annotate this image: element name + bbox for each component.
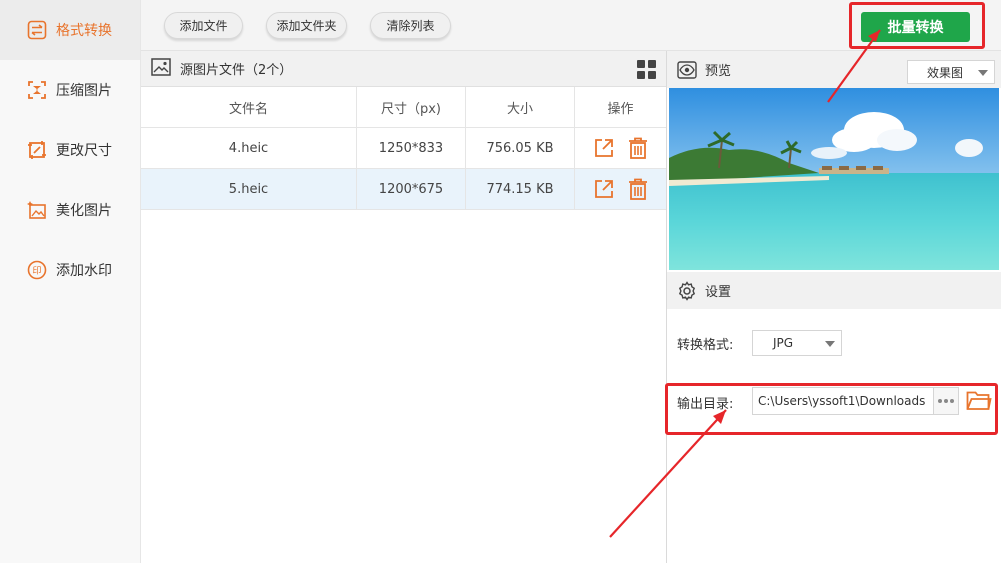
beautify-icon bbox=[27, 200, 47, 220]
sidebar-item-format-convert[interactable]: 格式转换 bbox=[0, 0, 140, 60]
table-header-row: 文件名 尺寸（px) 大小 操作 bbox=[141, 87, 666, 128]
file-size: 774.15 KB bbox=[466, 169, 575, 209]
file-name: 4.heic bbox=[141, 128, 357, 168]
open-external-icon[interactable] bbox=[593, 178, 615, 200]
file-size: 756.05 KB bbox=[466, 128, 575, 168]
sidebar: 格式转换 压缩图片 更改尺寸 美化图片 印 添加水印 bbox=[0, 0, 141, 563]
preview-mode-select[interactable]: 效果图 bbox=[907, 60, 995, 84]
file-panel-title: 源图片文件（2个） bbox=[180, 63, 293, 78]
column-header-size: 大小 bbox=[466, 87, 575, 127]
clear-list-button[interactable]: 清除列表 bbox=[370, 12, 451, 39]
sidebar-item-compress[interactable]: 压缩图片 bbox=[0, 60, 140, 120]
column-header-filename: 文件名 bbox=[141, 87, 357, 127]
watermark-icon: 印 bbox=[27, 260, 47, 280]
output-dir-label: 输出目录: bbox=[677, 397, 734, 412]
sidebar-item-label: 格式转换 bbox=[56, 23, 112, 39]
format-select[interactable]: JPG bbox=[752, 330, 842, 356]
sidebar-item-resize[interactable]: 更改尺寸 bbox=[0, 120, 140, 180]
row-actions bbox=[575, 128, 666, 168]
grid-view-icon[interactable] bbox=[637, 60, 656, 79]
image-icon bbox=[151, 57, 171, 80]
sidebar-item-watermark[interactable]: 印 添加水印 bbox=[0, 240, 140, 300]
delete-icon[interactable] bbox=[627, 178, 649, 200]
eye-icon bbox=[677, 60, 697, 79]
sidebar-item-beautify[interactable]: 美化图片 bbox=[0, 180, 140, 240]
preview-image bbox=[669, 88, 999, 270]
output-dir-input[interactable]: C:\Users\yssoft1\Downloads bbox=[752, 387, 934, 415]
add-file-button[interactable]: 添加文件 bbox=[164, 12, 243, 39]
folder-open-icon[interactable] bbox=[966, 388, 992, 414]
row-actions bbox=[575, 169, 666, 209]
compress-icon bbox=[27, 80, 47, 100]
sidebar-item-label: 压缩图片 bbox=[56, 83, 112, 99]
table-row[interactable]: 5.heic 1200*675 774.15 KB bbox=[141, 169, 666, 210]
column-header-dimensions: 尺寸（px) bbox=[357, 87, 466, 127]
preview-label: 预览 bbox=[705, 64, 732, 79]
sidebar-item-label: 添加水印 bbox=[56, 263, 112, 279]
toolbar: 添加文件 添加文件夹 清除列表 批量转换 bbox=[141, 0, 1001, 51]
file-dimensions: 1200*675 bbox=[357, 169, 466, 209]
file-dimensions: 1250*833 bbox=[357, 128, 466, 168]
add-folder-button[interactable]: 添加文件夹 bbox=[266, 12, 347, 39]
browse-more-button[interactable] bbox=[933, 387, 959, 415]
settings-label: 设置 bbox=[705, 285, 732, 300]
batch-convert-button[interactable]: 批量转换 bbox=[861, 12, 970, 42]
file-name: 5.heic bbox=[141, 169, 357, 209]
preview-mode-value: 效果图 bbox=[927, 65, 964, 80]
format-label: 转换格式: bbox=[677, 338, 734, 353]
sidebar-item-label: 美化图片 bbox=[56, 203, 112, 219]
resize-icon bbox=[27, 140, 47, 160]
chevron-down-icon bbox=[978, 70, 988, 76]
sidebar-item-label: 更改尺寸 bbox=[56, 143, 112, 159]
settings-header: 设置 bbox=[667, 272, 1001, 309]
gear-icon bbox=[677, 280, 697, 301]
svg-text:印: 印 bbox=[32, 265, 41, 277]
swap-arrows-icon bbox=[27, 20, 47, 40]
file-panel-header: 源图片文件（2个） bbox=[141, 51, 666, 87]
format-value: JPG bbox=[773, 336, 794, 350]
chevron-down-icon bbox=[825, 341, 835, 347]
delete-icon[interactable] bbox=[627, 137, 649, 159]
table-row[interactable]: 4.heic 1250*833 756.05 KB bbox=[141, 128, 666, 169]
open-external-icon[interactable] bbox=[593, 137, 615, 159]
column-header-actions: 操作 bbox=[607, 101, 634, 117]
